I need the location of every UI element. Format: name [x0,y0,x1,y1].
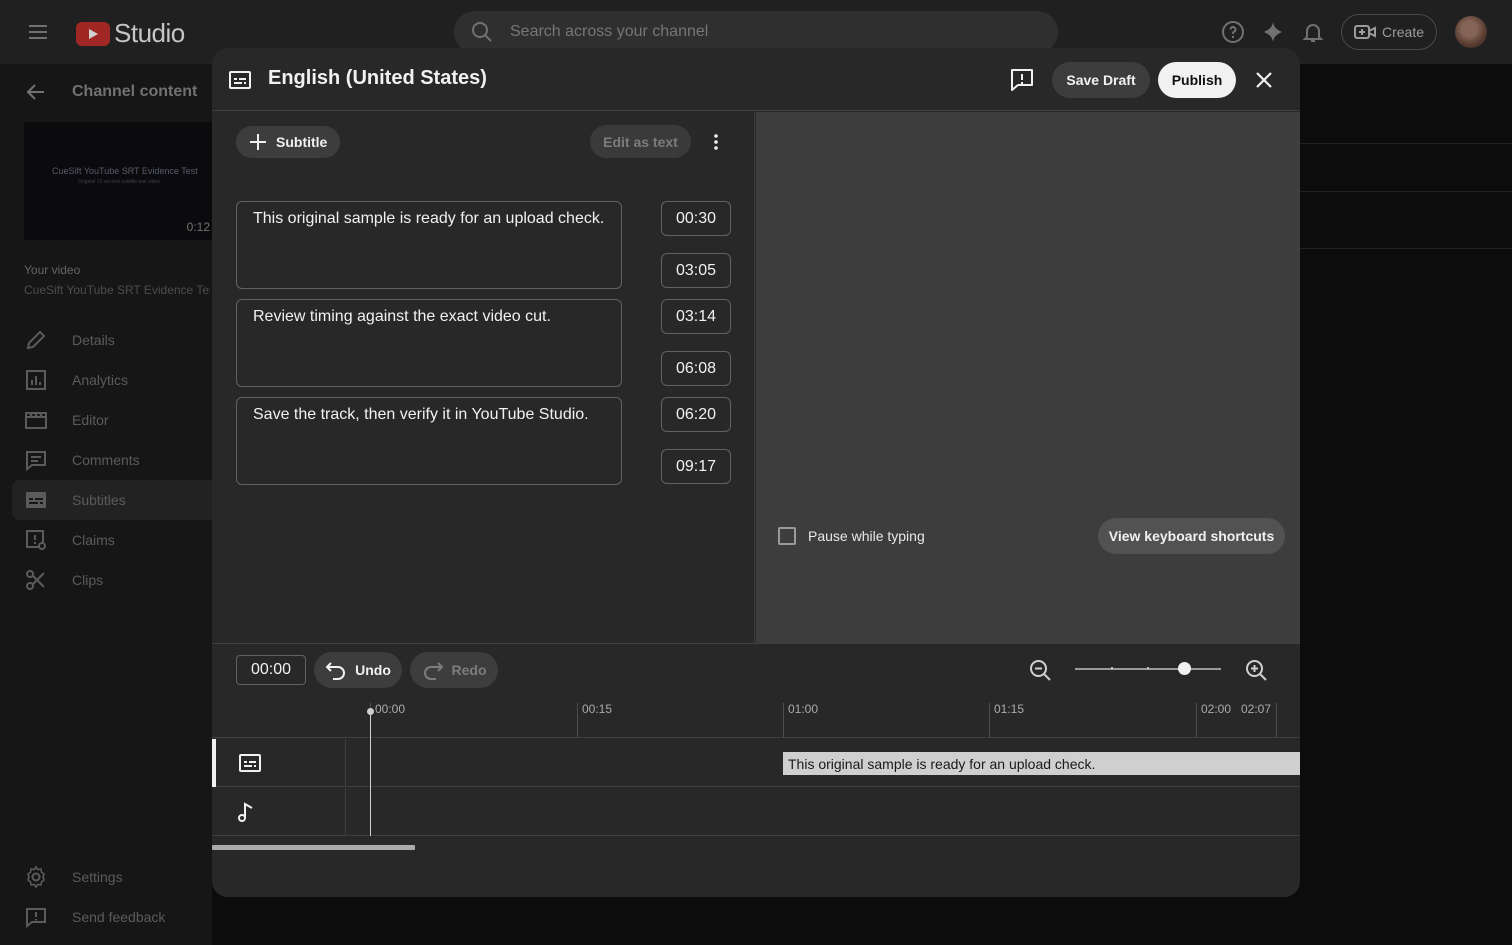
subtitle-track-header[interactable] [212,739,346,787]
cue-text-input[interactable]: Save the track, then verify it in YouTub… [236,397,622,485]
timeline-ruler[interactable]: 00:00 00:15 01:00 01:15 02:00 02:07 [212,696,1300,738]
current-time-input[interactable]: 00:00 [236,655,306,685]
more-vert-icon[interactable] [704,130,728,154]
save-draft-button[interactable]: Save Draft [1052,62,1150,98]
cue-start-time[interactable]: 03:14 [661,299,731,334]
edit-as-text-button[interactable]: Edit as text [590,125,691,158]
ruler-tick [1276,703,1277,738]
cue-list-pane: Subtitle Edit as text This original samp… [212,112,755,643]
video-preview[interactable] [756,112,1300,476]
undo-button[interactable]: Undo [314,652,402,688]
pause-while-typing-checkbox[interactable] [778,527,796,545]
zoom-step-dot [1147,667,1149,669]
ruler-label: 00:15 [582,702,613,716]
zoom-out-icon[interactable] [1028,658,1052,682]
timeline-scrollbar[interactable] [212,845,415,850]
timeline-cue-block[interactable]: This original sample is ready for an upl… [783,752,1300,775]
ruler-label: 00:00 [375,702,406,716]
report-issue-icon[interactable] [1008,66,1036,94]
audio-track-header [212,788,346,836]
ruler-label: 02:07 [1241,702,1272,716]
subtitles-icon [228,68,252,92]
ruler-tick [1196,703,1197,738]
ruler-label: 02:00 [1201,702,1232,716]
subtitles-icon [238,751,262,775]
redo-icon [423,662,443,680]
close-icon[interactable] [1252,68,1276,92]
add-subtitle-label: Subtitle [276,134,328,150]
cue-start-time[interactable]: 06:20 [661,397,731,432]
zoom-slider[interactable] [1075,662,1221,675]
pause-while-typing-toggle[interactable]: Pause while typing [778,527,925,545]
subtitle-editor-dialog: English (United States) Save Draft Publi… [212,48,1300,897]
redo-label: Redo [451,662,487,678]
cue-end-time[interactable]: 06:08 [661,351,731,386]
ruler-label: 01:15 [994,702,1025,716]
playhead[interactable] [370,711,371,836]
ruler-tick [577,703,578,738]
redo-button[interactable]: Redo [410,652,498,688]
timeline-panel: 00:00 Undo Redo 00:00 00:15 01:00 01:15 … [212,643,1300,897]
cue-start-time[interactable]: 00:30 [661,201,731,236]
music-note-icon [234,800,258,824]
subtitle-track[interactable]: This original sample is ready for an upl… [212,739,1300,787]
undo-label: Undo [355,662,391,678]
cue-end-time[interactable]: 03:05 [661,253,731,288]
dialog-header: English (United States) Save Draft Publi… [212,48,1300,111]
publish-button[interactable]: Publish [1158,62,1236,98]
video-preview-pane: Pause while typing View keyboard shortcu… [756,112,1300,643]
undo-icon [325,662,346,680]
audio-track[interactable] [212,788,1300,836]
ruler-tick [989,703,990,738]
zoom-step-dot [1111,667,1113,669]
cue-end-time[interactable]: 09:17 [661,449,731,484]
dialog-title: English (United States) [268,67,487,89]
pause-while-typing-label: Pause while typing [808,528,925,544]
cue-text-input[interactable]: This original sample is ready for an upl… [236,201,622,289]
zoom-slider-handle[interactable] [1178,662,1191,675]
add-subtitle-button[interactable]: Subtitle [236,126,340,158]
cue-text-input[interactable]: Review timing against the exact video cu… [236,299,622,387]
ruler-label: 01:00 [788,702,819,716]
view-keyboard-shortcuts-button[interactable]: View keyboard shortcuts [1098,518,1285,554]
ruler-tick [783,703,784,738]
plus-icon [250,134,266,150]
zoom-in-icon[interactable] [1244,658,1268,682]
